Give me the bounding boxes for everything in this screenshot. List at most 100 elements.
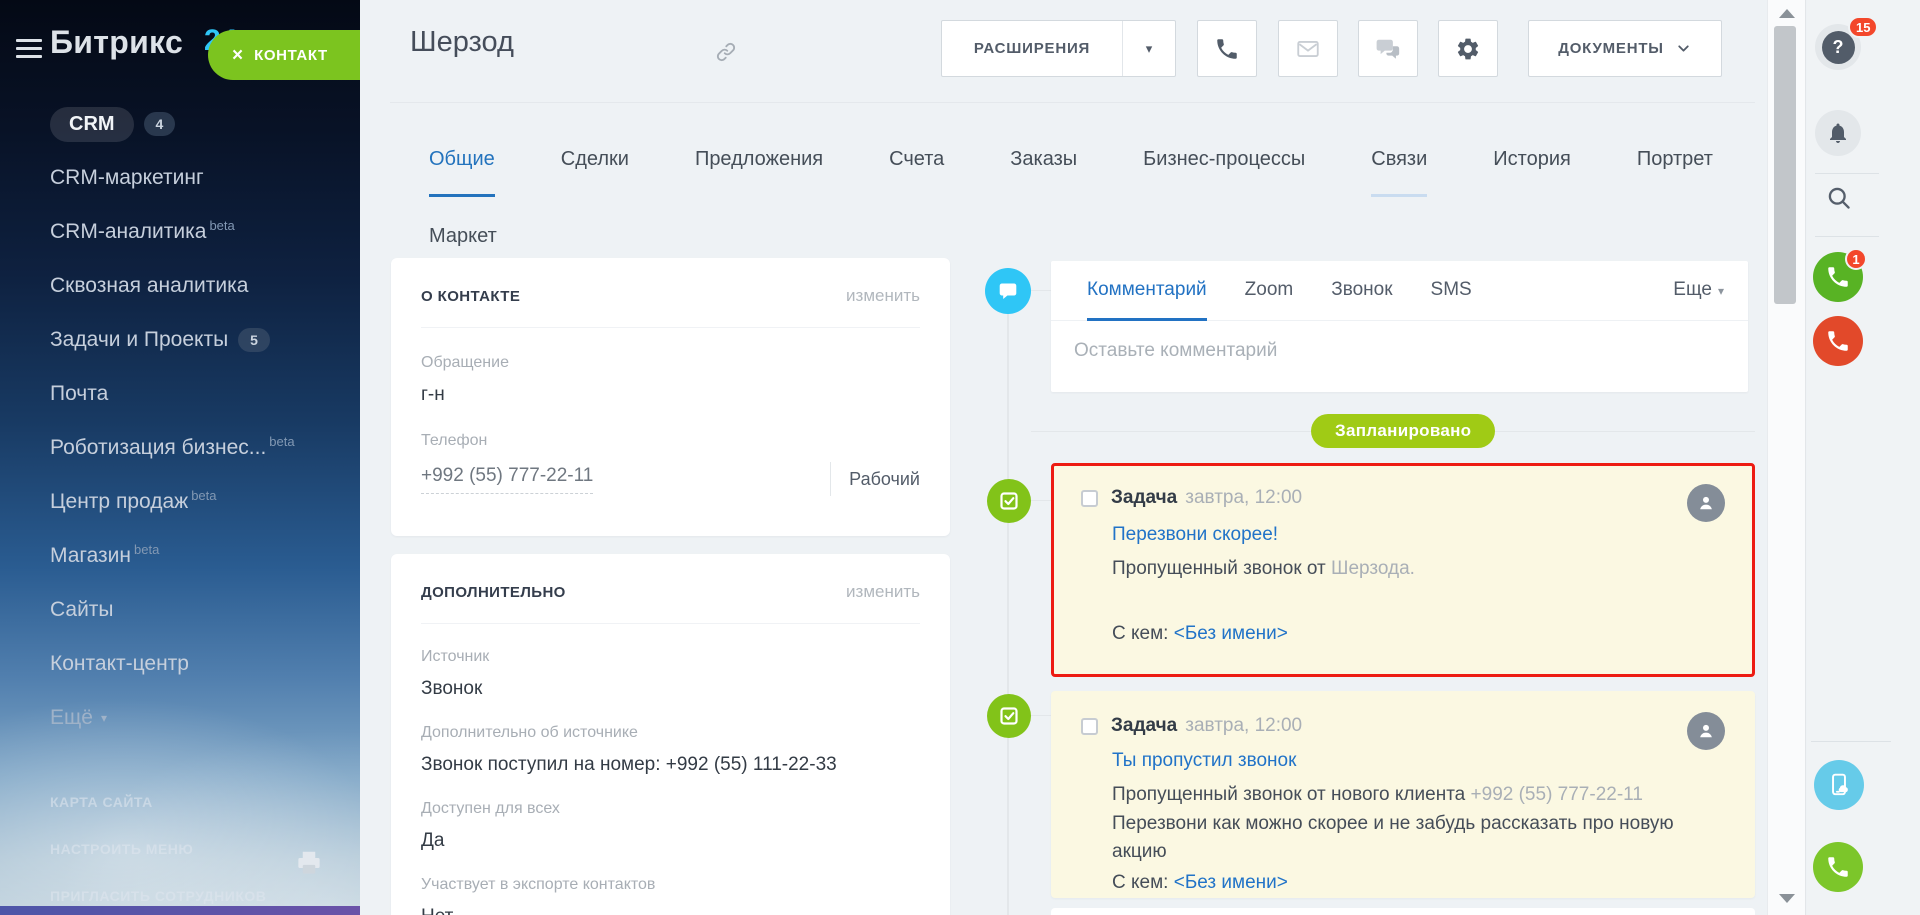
editor-tab-zoom[interactable]: Zoom [1245, 261, 1294, 321]
sidebar-item-crm-analytics[interactable]: CRM-аналитикаbeta [0, 205, 360, 259]
sidebar-item-sales-center[interactable]: Центр продажbeta [0, 475, 360, 529]
main-scrollbar[interactable] [1767, 0, 1806, 915]
mobile-cloud-icon [1826, 772, 1852, 798]
beta-label: beta [209, 218, 234, 233]
envelope-icon [1295, 36, 1321, 62]
task-type: Задача [1111, 715, 1177, 737]
sidebar-item-end-to-end-analytics[interactable]: Сквозная аналитика [0, 259, 360, 313]
email-button[interactable] [1278, 20, 1338, 77]
sidebar: 24 Битрикс × КОНТАКТ CRM4 CRM-маркетинг … [0, 0, 360, 915]
task-card[interactable]: Задача завтра, 12:00 Ты пропустил звонок… [1051, 691, 1755, 898]
bitrix-logo[interactable]: Битрикс [50, 24, 183, 61]
editor-tab-comment[interactable]: Комментарий [1087, 261, 1207, 321]
task-description-line2: Перезвони как можно скорее и не забудь р… [1112, 810, 1712, 866]
sidebar-item-contact-center[interactable]: Контакт-центр [0, 637, 360, 691]
search-button[interactable] [1825, 184, 1853, 212]
help-notification-badge: 15 [1848, 16, 1878, 38]
sidebar-item-sites[interactable]: Сайты [0, 583, 360, 637]
task-check-icon [997, 489, 1021, 513]
person-icon [1696, 721, 1716, 741]
additional-info-card: ДОПОЛНИТЕЛЬНО изменить Источник Звонок Д… [391, 554, 950, 915]
card-title: О КОНТАКТЕ [421, 288, 520, 305]
edit-link[interactable]: изменить [846, 286, 920, 306]
task-checkbox[interactable] [1081, 718, 1098, 735]
extensions-button[interactable]: РАСШИРЕНИЯ ▾ [941, 20, 1176, 77]
editor-tab-more[interactable]: Еще▾ [1673, 261, 1724, 321]
sidebar-item-rpa[interactable]: Роботизация бизнес...beta [0, 421, 360, 475]
help-button[interactable]: ? 15 [1815, 24, 1861, 70]
assignee-avatar[interactable] [1687, 712, 1725, 750]
tab-history[interactable]: История [1493, 148, 1571, 197]
tab-business-processes[interactable]: Бизнес-процессы [1143, 148, 1305, 197]
active-call-button[interactable]: 1 [1813, 252, 1863, 302]
timeline-connector [1007, 291, 1009, 915]
call-button[interactable] [1197, 20, 1257, 77]
sidebar-item-tasks-projects[interactable]: Задачи и Проекты5 [0, 313, 360, 367]
field-source-details: Дополнительно об источнике Звонок поступ… [421, 724, 920, 776]
missed-call-button[interactable] [1813, 316, 1863, 366]
sidebar-item-shop[interactable]: Магазинbeta [0, 529, 360, 583]
tab-relations[interactable]: Связи [1371, 148, 1427, 197]
task-due: завтра, 12:00 [1185, 715, 1302, 737]
caret-down-icon[interactable]: ▾ [1123, 41, 1175, 57]
task-title-link[interactable]: Перезвони скорее! [1112, 524, 1725, 546]
contact-pill-label: КОНТАКТ [254, 47, 328, 64]
scrollbar-thumb[interactable] [1774, 26, 1796, 304]
assignee-avatar[interactable] [1687, 484, 1725, 522]
chevron-down-icon: ▾ [101, 711, 107, 725]
field-export-participation: Участвует в экспорте контактов Нет [421, 876, 920, 915]
tab-deals[interactable]: Сделки [561, 148, 629, 197]
task-description: Пропущенный звонок от Шерзода. [1112, 555, 1725, 583]
editor-tab-call[interactable]: Звонок [1331, 261, 1392, 321]
scroll-up-arrow[interactable] [1779, 9, 1795, 18]
task-due: завтра, 12:00 [1185, 487, 1302, 509]
configure-menu-link[interactable]: НАСТРОИТЬ МЕНЮ [50, 826, 266, 873]
task-card-highlighted[interactable]: Задача завтра, 12:00 Перезвони скорее! П… [1051, 463, 1755, 677]
print-icon[interactable] [294, 848, 324, 878]
task-stream-icon [987, 479, 1031, 523]
mobile-telephony-button[interactable] [1814, 760, 1864, 810]
edit-link[interactable]: изменить [846, 582, 920, 602]
task-client-link[interactable]: <Без имени> [1174, 623, 1288, 644]
tab-orders[interactable]: Заказы [1010, 148, 1077, 197]
tab-portrait[interactable]: Портрет [1637, 148, 1713, 197]
sidebar-item-crm[interactable]: CRM4 [0, 97, 360, 151]
editor-tab-sms[interactable]: SMS [1431, 261, 1472, 321]
sidebar-item-crm-marketing[interactable]: CRM-маркетинг [0, 151, 360, 205]
tab-invoices[interactable]: Счета [889, 148, 944, 197]
settings-button[interactable] [1438, 20, 1498, 77]
comment-input[interactable]: Оставьте комментарий [1051, 321, 1748, 362]
tasks-counter-badge: 5 [238, 328, 270, 352]
speech-bubble-icon [996, 279, 1020, 303]
sitemap-link[interactable]: КАРТА САЙТА [50, 779, 266, 826]
header-divider [390, 102, 1755, 103]
sidebar-item-more[interactable]: Ещё▾ [0, 691, 360, 745]
page-title: Шерзод [410, 26, 514, 59]
entity-tabs: Общие Сделки Предложения Счета Заказы Би… [429, 148, 1729, 274]
tab-quotes[interactable]: Предложения [695, 148, 823, 197]
task-client-link[interactable]: <Без имени> [1174, 872, 1288, 893]
contact-entity-pill-button[interactable]: × КОНТАКТ [208, 30, 360, 80]
menu-toggle-icon[interactable] [16, 39, 42, 63]
phone-icon [1825, 328, 1851, 354]
bitrix24-crm-app: 24 Битрикс × КОНТАКТ CRM4 CRM-маркетинг … [0, 0, 1920, 915]
comment-stream-icon [985, 268, 1031, 314]
notifications-button[interactable] [1815, 110, 1861, 156]
beta-label: beta [269, 434, 294, 449]
close-icon[interactable]: × [232, 46, 243, 65]
about-contact-card: О КОНТАКТЕ изменить Обращение г-н Телефо… [391, 258, 950, 536]
documents-button[interactable]: ДОКУМЕНТЫ [1528, 20, 1722, 77]
chat-button[interactable] [1358, 20, 1418, 77]
sidebar-menu: CRM4 CRM-маркетинг CRM-аналитикаbeta Скв… [0, 97, 360, 745]
right-toolbar: ? 15 1 [1807, 0, 1920, 915]
scroll-down-arrow[interactable] [1779, 894, 1795, 903]
task-checkbox[interactable] [1081, 490, 1098, 507]
tab-general[interactable]: Общие [429, 148, 495, 197]
sidebar-item-mail[interactable]: Почта [0, 367, 360, 421]
task-title-link[interactable]: Ты пропустил звонок [1112, 750, 1725, 772]
task-check-icon [997, 704, 1021, 728]
copy-link-icon[interactable] [715, 41, 737, 63]
new-call-button[interactable] [1813, 842, 1863, 892]
field-phone: Телефон +992 (55) 777-22-11 Рабочий [421, 432, 920, 496]
phone-number-link[interactable]: +992 (55) 777-22-11 [421, 465, 593, 494]
